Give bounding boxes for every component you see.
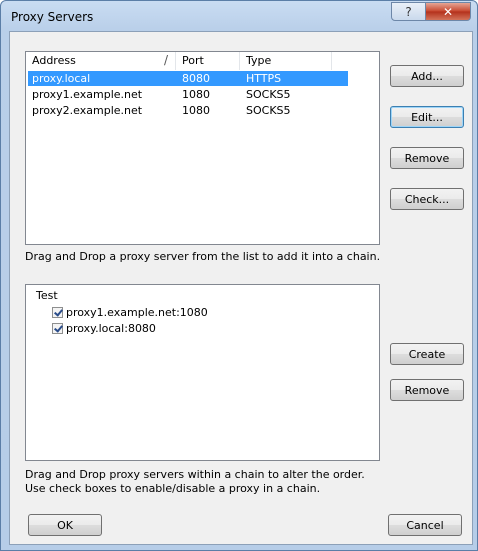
close-icon: ✕ bbox=[442, 4, 454, 19]
chain-item-label: proxy1.example.net:1080 bbox=[66, 306, 208, 319]
proxy-row-selected[interactable]: proxy.local 8080 HTTPS bbox=[28, 71, 348, 86]
column-header-address[interactable]: Address bbox=[26, 52, 176, 70]
add-proxy-button[interactable]: Add... bbox=[390, 65, 464, 87]
chain-item-checkbox[interactable] bbox=[52, 323, 63, 334]
proxy-type-cell: SOCKS5 bbox=[246, 88, 291, 101]
chain-item[interactable]: proxy1.example.net:1080 bbox=[52, 305, 208, 320]
edit-proxy-button[interactable]: Edit... bbox=[390, 106, 464, 128]
chain-root-item[interactable]: Test bbox=[36, 289, 58, 302]
title-bar[interactable]: Proxy Servers ? ✕ bbox=[1, 1, 477, 31]
cancel-button[interactable]: Cancel bbox=[388, 514, 462, 536]
proxy-list[interactable]: Address / Port Type proxy.local 8080 HTT… bbox=[25, 51, 380, 245]
proxy-row[interactable]: proxy2.example.net 1080 SOCKS5 bbox=[28, 103, 348, 118]
close-button[interactable]: ✕ bbox=[425, 2, 471, 21]
proxy-type-cell: SOCKS5 bbox=[246, 104, 291, 117]
help-button[interactable]: ? bbox=[391, 2, 426, 21]
proxy-address-cell: proxy1.example.net bbox=[32, 88, 143, 101]
proxy-address-cell: proxy2.example.net bbox=[32, 104, 143, 117]
chain-item-label: proxy.local:8080 bbox=[66, 322, 156, 335]
chain-item[interactable]: proxy.local:8080 bbox=[52, 321, 156, 336]
proxy-port-cell: 1080 bbox=[182, 104, 210, 117]
proxy-type-cell: HTTPS bbox=[246, 72, 282, 85]
drag-to-chain-hint: Drag and Drop a proxy server from the li… bbox=[25, 250, 381, 263]
column-header-type[interactable]: Type bbox=[240, 52, 332, 70]
proxy-chain-tree[interactable]: Test proxy1.example.net:1080 proxy.local… bbox=[25, 284, 380, 461]
ok-button[interactable]: OK bbox=[28, 514, 102, 536]
dialog-client-area: Address / Port Type proxy.local 8080 HTT… bbox=[9, 31, 473, 545]
reorder-hint: Drag and Drop proxy servers within a cha… bbox=[25, 468, 365, 481]
proxy-list-header: Address / Port Type bbox=[26, 52, 379, 70]
proxy-row[interactable]: proxy1.example.net 1080 SOCKS5 bbox=[28, 87, 348, 102]
sort-indicator-icon: / bbox=[164, 53, 169, 67]
proxy-port-cell: 1080 bbox=[182, 88, 210, 101]
remove-chain-button[interactable]: Remove bbox=[390, 379, 464, 401]
proxy-servers-dialog: Proxy Servers ? ✕ Address / Port Type pr… bbox=[0, 0, 478, 551]
help-icon: ? bbox=[405, 4, 412, 19]
create-chain-button[interactable]: Create bbox=[390, 343, 464, 365]
proxy-port-cell: 8080 bbox=[182, 72, 210, 85]
window-title: Proxy Servers bbox=[11, 10, 94, 24]
checkbox-hint: Use check boxes to enable/disable a prox… bbox=[25, 482, 321, 495]
check-proxy-button[interactable]: Check... bbox=[390, 188, 464, 210]
remove-proxy-button[interactable]: Remove bbox=[390, 147, 464, 169]
proxy-address-cell: proxy.local bbox=[32, 72, 91, 85]
chain-item-checkbox[interactable] bbox=[52, 307, 63, 318]
column-header-port[interactable]: Port bbox=[176, 52, 240, 70]
